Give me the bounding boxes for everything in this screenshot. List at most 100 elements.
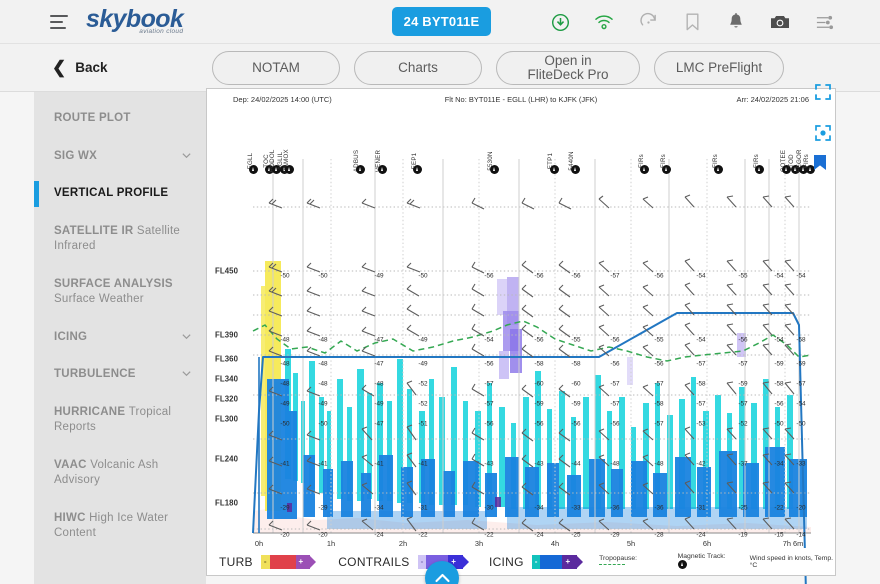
waypoint-dot-icon: [570, 165, 580, 174]
bell-icon[interactable]: [726, 12, 746, 32]
temperature-value: -50: [318, 272, 328, 280]
tab-charts[interactable]: Charts: [354, 51, 482, 85]
temperature-value: -57: [796, 380, 806, 388]
y-axis-tick: FL340: [215, 374, 239, 384]
sidebar-item-surface-analysis[interactable]: SURFACE ANALYSIS Surface Weather: [34, 266, 206, 319]
sidebar-item-route-plot[interactable]: ROUTE PLOT: [34, 100, 206, 138]
temperature-value: -59: [534, 400, 544, 408]
temperature-value: -54: [774, 272, 784, 280]
temperature-value: -57: [484, 380, 494, 388]
sidebar-item-hiwc[interactable]: HIWC High Ice Water Content: [34, 500, 206, 553]
temperature-value: -52: [418, 380, 428, 388]
y-axis-tick: FL240: [215, 454, 239, 464]
temperature-value: -41: [418, 460, 428, 468]
magnetic-track-marker-icon: [677, 560, 687, 569]
temperature-value: -33: [571, 504, 581, 512]
temperature-value: -54: [774, 336, 784, 344]
waypoint-dot-icon: [549, 165, 559, 174]
x-axis-tick: 4h: [550, 539, 560, 548]
profile-plot: EGLL TOC RODOL AGLIL RAMOX ADBUS VENER EEP1 5530…: [207, 111, 835, 584]
temperature-value: -29: [280, 504, 290, 512]
temperature-value: -22: [774, 504, 784, 512]
temperature-value: -56: [571, 272, 581, 280]
temperature-value: -58: [571, 360, 581, 368]
temperature-value: -50: [774, 420, 784, 428]
sidebar-item-icing[interactable]: ICING: [34, 319, 206, 357]
temperature-value: -44: [571, 460, 581, 468]
sidebar-item-vertical-profile[interactable]: VERTICAL PROFILE: [34, 175, 206, 213]
wifi-icon[interactable]: [594, 12, 614, 32]
temperature-value: -50: [318, 420, 328, 428]
back-button[interactable]: ❮ Back: [52, 59, 108, 76]
magnetic-track-label: Magnetic Track:: [677, 553, 726, 560]
temperature-value: -31: [696, 504, 706, 512]
sidebar-item-sig-wx[interactable]: SIG WX: [34, 138, 206, 176]
temperature-value: -57: [484, 400, 494, 408]
sidebar-label: SATELLITE IR: [54, 224, 137, 237]
temperature-value: -48: [610, 460, 620, 468]
temperature-value: -34: [774, 460, 784, 468]
temperature-value: -56: [610, 336, 620, 344]
sub-bar: ❮ Back NOTAM Charts Open in FliteDeck Pr…: [0, 44, 880, 92]
temperature-value: -57: [738, 360, 748, 368]
tropopause-legend-label: Tropopause:: [599, 554, 638, 562]
sidebar-label: ROUTE PLOT: [54, 112, 131, 124]
temperature-value: -50: [418, 272, 428, 280]
temperature-value: -34: [534, 504, 544, 512]
temperature-value: -53: [696, 420, 706, 428]
fullscreen-icon[interactable]: [814, 83, 832, 101]
refresh-icon[interactable]: [638, 12, 658, 32]
waypoint-labels: EGLL TOC RODOL AGLIL RAMOX ADBUS VENER EEP1 5530…: [207, 111, 835, 175]
temperature-value: -33: [796, 460, 806, 468]
temperature-value: -54: [696, 336, 706, 344]
sidebar-item-vaac[interactable]: VAAC Volcanic Ash Advisory: [34, 447, 206, 500]
top-icon-group: [550, 0, 834, 44]
menu-icon[interactable]: [50, 14, 68, 29]
temperature-value: -55: [571, 336, 581, 344]
sidebar-label: VERTICAL PROFILE: [54, 187, 169, 200]
recenter-icon[interactable]: [814, 124, 832, 142]
temperature-value: -54: [696, 272, 706, 280]
sidebar-item-hurricane[interactable]: HURRICANE Tropical Reports: [34, 394, 206, 447]
top-bar: skybook aviation cloud 24 BYT011E: [0, 0, 880, 44]
arrival-info: Arr: 24/02/2025 21:06: [736, 95, 809, 104]
waypoint-dot-icon: [377, 165, 387, 174]
download-icon[interactable]: [550, 12, 570, 32]
temperature-value: -49: [318, 400, 328, 408]
tropopause-dash-icon: [599, 563, 626, 565]
temperature-value: -57: [654, 420, 664, 428]
temperature-value: -50: [280, 420, 290, 428]
tab-open-in-flitedeck-pro[interactable]: Open in FliteDeck Pro: [496, 51, 640, 85]
temperature-value: -48: [318, 360, 328, 368]
chevron-left-icon: ❮: [52, 58, 67, 77]
temperature-value: -50: [796, 420, 806, 428]
sidebar-item-turbulence[interactable]: TURBULENCE: [34, 356, 206, 394]
bookmark-icon[interactable]: [682, 12, 702, 32]
temperature-value: -49: [280, 400, 290, 408]
turb-legend-label: TURB: [219, 554, 253, 569]
temperature-value: -48: [280, 380, 290, 388]
temperature-value: -59: [774, 360, 784, 368]
x-axis-tick: 5h: [626, 539, 636, 548]
vertical-profile-panel: Dep: 24/02/2025 14:00 (UTC) Flt No: BYT0…: [206, 84, 836, 584]
bookmark-marker-icon[interactable]: [813, 155, 831, 171]
chevron-down-icon: [182, 152, 191, 158]
flight-badge[interactable]: 24 BYT011E: [392, 7, 491, 36]
sliders-icon[interactable]: [814, 12, 834, 32]
temperature-value: -58: [654, 400, 664, 408]
temperature-value: -30: [484, 504, 494, 512]
skybook-logo: skybook aviation cloud: [86, 7, 184, 36]
tab-lmc-preflight[interactable]: LMC PreFlight: [654, 51, 784, 85]
tab-group: NOTAM Charts Open in FliteDeck Pro LMC P…: [212, 51, 784, 85]
camera-icon[interactable]: [770, 12, 790, 32]
back-label: Back: [75, 60, 108, 75]
tab-notam[interactable]: NOTAM: [212, 51, 340, 85]
temperature-value: -34: [374, 504, 384, 512]
sidebar-item-satellite-ir[interactable]: SATELLITE IR Satellite Infrared: [34, 213, 206, 266]
temperature-value: -56: [484, 360, 494, 368]
turb-chip-high: +: [295, 554, 316, 569]
temperature-value: -47: [374, 420, 384, 428]
waypoint-dot-icon: [714, 165, 723, 174]
temperature-value: -48: [280, 336, 290, 344]
temperature-value: -56: [610, 420, 620, 428]
